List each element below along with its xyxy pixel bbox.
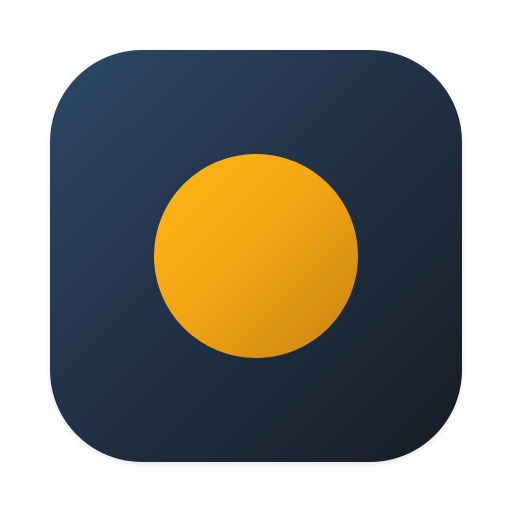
- app-icon[interactable]: [50, 50, 462, 462]
- canvas: [0, 0, 512, 512]
- circle-icon: [154, 154, 358, 358]
